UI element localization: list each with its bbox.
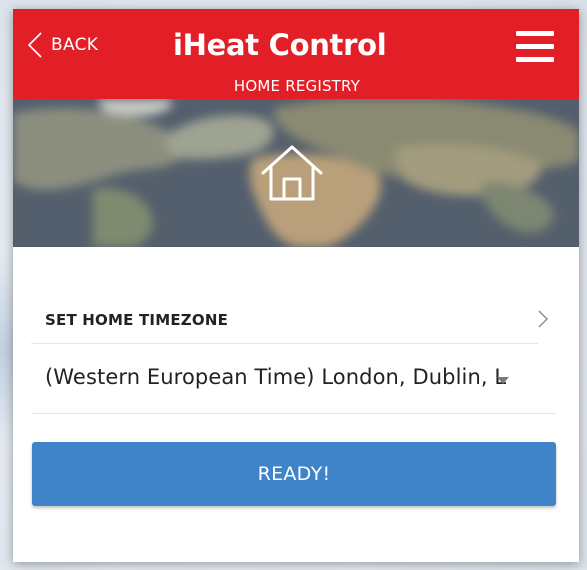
ready-button[interactable]: READY! <box>32 442 556 506</box>
timezone-section-label: SET HOME TIMEZONE <box>45 311 229 329</box>
timezone-card: SET HOME TIMEZONE (Western European Time… <box>13 247 579 562</box>
app-header: BACK iHeat Control HOME REGISTRY <box>13 9 579 99</box>
home-icon <box>261 145 323 201</box>
chevron-left-icon <box>27 32 42 58</box>
app-title: iHeat Control <box>173 28 387 62</box>
app-window: BACK iHeat Control HOME REGISTRY SET HOM… <box>13 9 579 562</box>
chevron-right-icon[interactable] <box>537 309 549 329</box>
dropdown-caret-icon <box>497 377 509 384</box>
hero-banner <box>13 99 579 247</box>
divider <box>31 413 556 414</box>
timezone-selected-value: (Western European Time) London, Dublin, … <box>45 365 507 389</box>
hamburger-menu-icon[interactable] <box>516 31 554 63</box>
backdrop-accent <box>0 260 14 440</box>
page-title: HOME REGISTRY <box>233 77 361 95</box>
back-label: BACK <box>51 35 99 55</box>
back-button[interactable]: BACK <box>27 31 98 59</box>
timezone-select[interactable]: (Western European Time) London, Dublin, … <box>31 343 556 413</box>
